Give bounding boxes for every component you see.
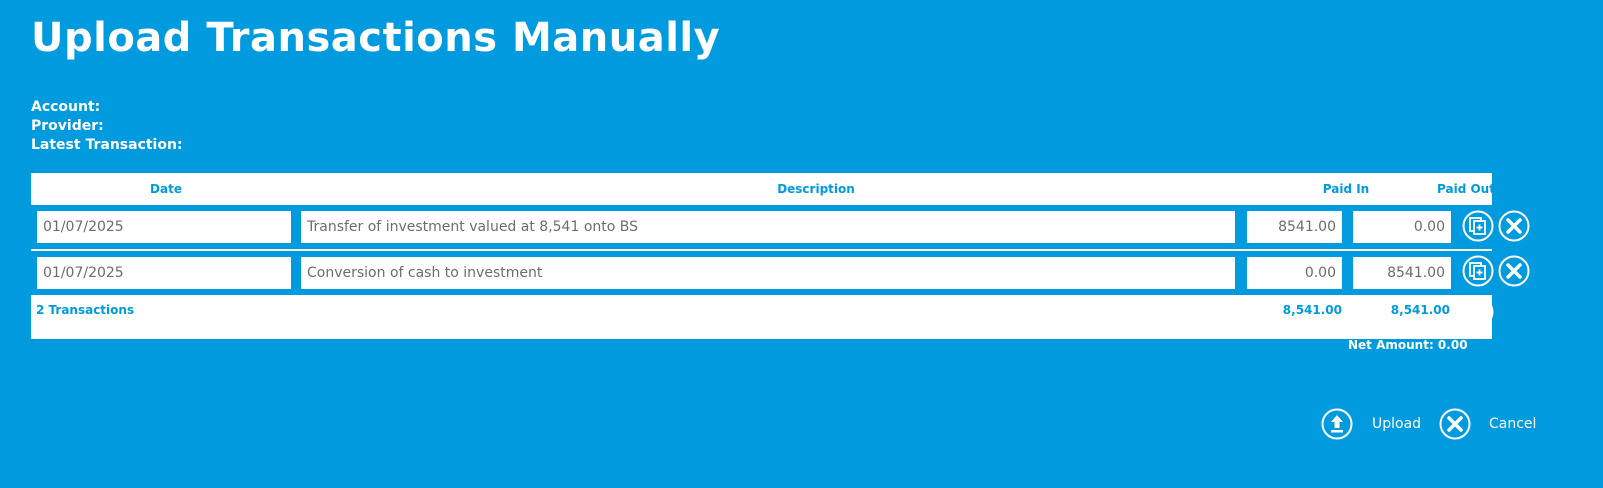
date-cell xyxy=(33,253,295,293)
latest-transaction-label: Latest Transaction: xyxy=(31,137,183,153)
delete-row-icon[interactable] xyxy=(1498,210,1530,242)
transactions-table: Date Description Paid In Paid Out 2 Tran… xyxy=(31,173,1495,339)
date-input[interactable] xyxy=(37,257,291,289)
paid-in-input[interactable] xyxy=(1247,211,1342,243)
account-label: Account: xyxy=(31,99,101,115)
paid-in-input[interactable] xyxy=(1247,257,1342,289)
upload-button[interactable]: Upload xyxy=(1321,408,1421,440)
cancel-button[interactable]: Cancel xyxy=(1439,408,1536,440)
header-description: Description xyxy=(777,182,855,196)
header-paid-in: Paid In xyxy=(1322,182,1370,196)
provider-label: Provider: xyxy=(31,118,104,134)
page-title: Upload Transactions Manually xyxy=(31,15,721,61)
delete-row-icon[interactable] xyxy=(1498,255,1530,287)
duplicate-row-icon[interactable] xyxy=(1462,255,1494,287)
description-input[interactable] xyxy=(301,257,1235,289)
description-cell xyxy=(297,207,1239,247)
net-amount: Net Amount: 0.00 xyxy=(1348,338,1468,352)
paid-out-total: 8,541.00 xyxy=(1390,303,1450,317)
account-meta: Account: Provider: Latest Transaction: xyxy=(31,98,183,155)
table-row xyxy=(31,251,1492,295)
add-row-icon[interactable] xyxy=(1462,296,1494,328)
upload-label: Upload xyxy=(1372,416,1422,432)
upload-icon xyxy=(1321,408,1353,440)
transaction-count: 2 Transactions xyxy=(36,303,135,317)
description-cell xyxy=(297,253,1239,293)
paid-in-cell xyxy=(1243,253,1346,293)
table-row xyxy=(31,205,1492,249)
date-input[interactable] xyxy=(37,211,291,243)
paid-out-input[interactable] xyxy=(1353,211,1451,243)
header-paid-out: Paid Out xyxy=(1437,182,1495,196)
paid-out-cell xyxy=(1349,207,1455,247)
paid-in-total: 8,541.00 xyxy=(1282,303,1342,317)
paid-in-cell xyxy=(1243,207,1346,247)
cancel-icon xyxy=(1439,408,1471,440)
date-cell xyxy=(33,207,295,247)
cancel-label: Cancel xyxy=(1489,416,1537,432)
duplicate-row-icon[interactable] xyxy=(1462,210,1494,242)
header-date: Date xyxy=(150,182,182,196)
paid-out-input[interactable] xyxy=(1353,257,1451,289)
paid-out-cell xyxy=(1349,253,1455,293)
description-input[interactable] xyxy=(301,211,1235,243)
